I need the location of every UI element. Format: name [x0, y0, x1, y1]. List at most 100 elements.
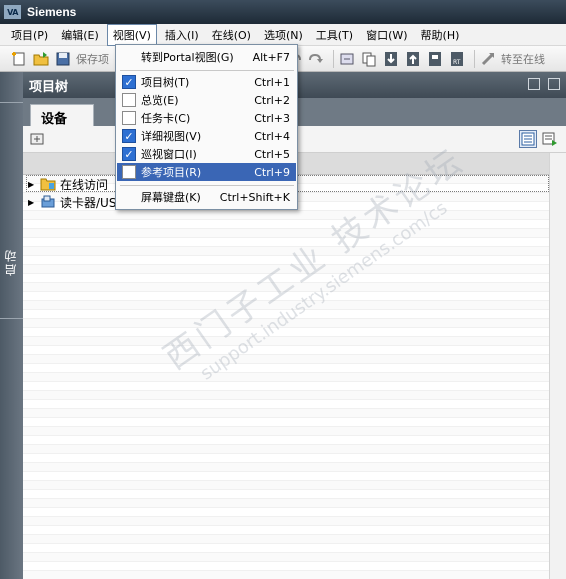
- detail-view-icon[interactable]: [541, 130, 559, 148]
- pin-panel-icon[interactable]: [548, 78, 560, 90]
- card-reader-icon: [41, 195, 55, 208]
- view-menu-inspector-window[interactable]: ✓ 巡视窗口(I) Ctrl+5: [117, 145, 296, 163]
- new-project-icon[interactable]: [10, 50, 28, 68]
- tree-node-card-reader[interactable]: ▶ 读卡器/US: [28, 193, 116, 211]
- tree-row: [23, 373, 549, 382]
- checked-checkbox-icon[interactable]: ✓: [122, 129, 136, 143]
- upload-icon[interactable]: [404, 50, 422, 68]
- go-online-label[interactable]: 转至在线: [501, 51, 545, 67]
- tree-scrollbar[interactable]: [549, 153, 566, 579]
- menu-separator: [120, 185, 294, 186]
- tree-row: [23, 562, 549, 571]
- tree-row: [23, 463, 549, 472]
- menu-help[interactable]: 帮助(H): [416, 25, 465, 45]
- menu-item-label: 参考项目(R): [141, 166, 202, 179]
- tree-row: [23, 490, 549, 499]
- tree-row: [23, 553, 549, 562]
- view-menu-detail-view[interactable]: ✓ 详细视图(V) Ctrl+4: [117, 127, 296, 145]
- menu-item-label: 详细视图(V): [141, 130, 202, 143]
- view-menu-task-cards[interactable]: 任务卡(C) Ctrl+3: [117, 109, 296, 127]
- view-menu-portal-view[interactable]: 转到Portal视图(G) Alt+F7: [117, 48, 296, 66]
- tree-row: [23, 301, 549, 310]
- menu-item-shortcut: Ctrl+1: [254, 75, 290, 89]
- menu-item-label: 巡视窗口(I): [141, 148, 197, 161]
- window-title: Siemens: [27, 5, 77, 19]
- tree-node-online-access[interactable]: ▶ 在线访问: [28, 175, 108, 193]
- runtime-icon[interactable]: RT: [448, 50, 466, 68]
- tree-row: [23, 328, 549, 337]
- tree-row: [23, 481, 549, 490]
- collapse-panel-icon[interactable]: [528, 78, 540, 90]
- tree-row: [23, 544, 549, 553]
- menu-window[interactable]: 窗口(W): [361, 25, 412, 45]
- tree-row: [23, 418, 549, 427]
- menu-edit[interactable]: 编辑(E): [56, 25, 104, 45]
- redo-icon[interactable]: [307, 50, 325, 68]
- tree-row: [23, 238, 549, 247]
- tree-row: [23, 292, 549, 301]
- compile-icon[interactable]: [338, 50, 356, 68]
- menu-item-label: 项目树(T): [141, 76, 190, 89]
- overview-toggle-icon[interactable]: [519, 130, 537, 148]
- unchecked-checkbox-icon[interactable]: [122, 93, 136, 107]
- download-icon[interactable]: [382, 50, 400, 68]
- save-project-label[interactable]: 保存项: [76, 51, 109, 67]
- checked-checkbox-icon[interactable]: ✓: [122, 75, 136, 89]
- tree-row: [23, 499, 549, 508]
- open-project-icon[interactable]: [32, 50, 50, 68]
- tree-rows: [23, 175, 549, 579]
- menu-item-label: 任务卡(C): [141, 112, 191, 125]
- tree-row: [23, 391, 549, 400]
- menu-item-shortcut: Ctrl+2: [254, 93, 290, 107]
- folder-icon: [40, 178, 56, 191]
- menu-separator: [120, 70, 294, 71]
- tree-row: [23, 445, 549, 454]
- expand-arrow-icon[interactable]: ▶: [28, 198, 40, 207]
- title-bar: VA Siemens: [0, 0, 566, 24]
- expand-arrow-icon[interactable]: ▶: [28, 180, 40, 189]
- tree-row: [23, 427, 549, 436]
- menu-tools[interactable]: 工具(T): [311, 25, 358, 45]
- tree-row: [23, 535, 549, 544]
- view-menu-project-tree[interactable]: ✓ 项目树(T) Ctrl+1: [117, 73, 296, 91]
- tree-node-label: 在线访问: [60, 177, 109, 192]
- tree-row: [23, 274, 549, 283]
- svg-text:RT: RT: [453, 59, 461, 66]
- add-device-icon[interactable]: [28, 130, 46, 148]
- unchecked-checkbox-icon[interactable]: [122, 165, 136, 179]
- tree-row: [23, 247, 549, 256]
- tab-devices[interactable]: 设备: [30, 104, 94, 127]
- menu-item-shortcut: Ctrl+Shift+K: [219, 190, 290, 204]
- menu-insert[interactable]: 插入(I): [160, 25, 204, 45]
- tree-row: [23, 508, 549, 517]
- menu-item-shortcut: Alt+F7: [252, 50, 290, 64]
- menu-item-label: 屏幕键盘(K): [141, 191, 201, 204]
- menu-item-shortcut: Ctrl+4: [254, 129, 290, 143]
- tree-row: [23, 319, 549, 328]
- menu-item-label: 转到Portal视图(G): [141, 51, 234, 64]
- tree-row: [23, 220, 549, 229]
- menu-view[interactable]: 视图(V): [106, 23, 157, 46]
- tree-row: [23, 229, 549, 238]
- menu-item-shortcut: Ctrl+3: [254, 111, 290, 125]
- strip-divider: [0, 318, 23, 319]
- save-project-icon[interactable]: [54, 50, 72, 68]
- menu-online[interactable]: 在线(O): [207, 25, 256, 45]
- go-online-icon[interactable]: [479, 50, 497, 68]
- side-strip: 启动: [0, 72, 23, 579]
- tree-row: [23, 517, 549, 526]
- toolbar-separator: [333, 49, 334, 68]
- checked-checkbox-icon[interactable]: ✓: [122, 147, 136, 161]
- tree-row: [23, 283, 549, 292]
- view-menu-screen-keyboard[interactable]: 屏幕键盘(K) Ctrl+Shift+K: [117, 188, 296, 206]
- unchecked-checkbox-icon[interactable]: [122, 111, 136, 125]
- view-menu-reference-projects[interactable]: 参考项目(R) Ctrl+9: [117, 163, 296, 181]
- view-menu-overview[interactable]: 总览(E) Ctrl+2: [117, 91, 296, 109]
- start-tab[interactable]: 启动: [2, 248, 22, 276]
- tree-row: [23, 409, 549, 418]
- copy-icon[interactable]: [360, 50, 378, 68]
- menu-project[interactable]: 项目(P): [6, 25, 53, 45]
- strip-divider: [0, 102, 23, 103]
- device-icon[interactable]: [426, 50, 444, 68]
- menu-options[interactable]: 选项(N): [259, 25, 308, 45]
